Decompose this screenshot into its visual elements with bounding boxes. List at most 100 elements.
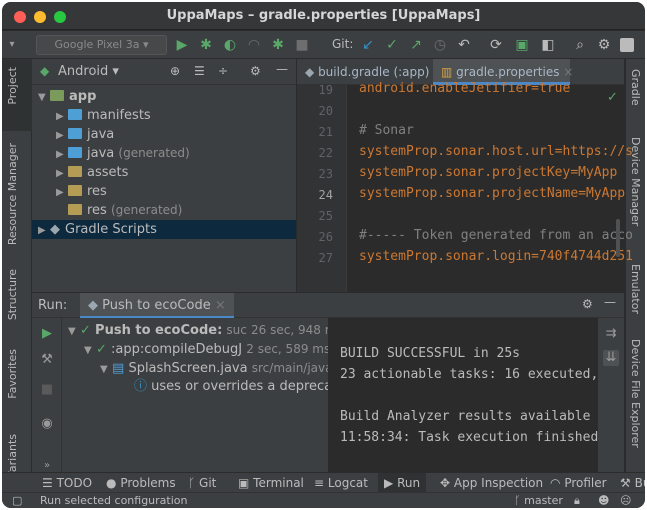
hide-panel-icon[interactable]: — (604, 295, 616, 309)
run-icon[interactable]: ▶ (174, 37, 190, 53)
build-console[interactable]: BUILD SUCCESSFUL in 25s 23 actionable ta… (328, 318, 598, 485)
tree-item-java-generated[interactable]: ▶ java (generated) (56, 144, 190, 163)
build-node-time: 2 sec, 589 ms (246, 342, 328, 356)
device-selector[interactable]: Google Pixel 3a ▾ (36, 35, 167, 55)
history-icon[interactable]: ◷ (432, 37, 448, 53)
build-node-file[interactable]: ▼ ▤ SplashScreen.java src/main/java (100, 358, 328, 378)
tree-item-res-generated[interactable]: res (generated) (68, 201, 182, 220)
collapse-all-icon[interactable]: ÷ (218, 64, 228, 78)
apply-changes-icon[interactable]: ◠ (246, 37, 262, 53)
lock-icon[interactable]: 🔒︎ (574, 493, 580, 508)
code-line[interactable]: systemProp.sonar.projectKey=MyApp (359, 165, 617, 180)
wrench-icon[interactable]: ⚒ (39, 352, 55, 368)
tree-item-manifests[interactable]: ▶ manifests (56, 106, 151, 125)
folder-icon (68, 147, 82, 158)
tab-todo[interactable]: ☰ TODO (42, 473, 92, 493)
line-number: 23 (318, 167, 333, 181)
git-push-icon[interactable]: ↗ (408, 37, 424, 53)
chevron-right-icon: ▶ (56, 168, 64, 179)
gradle-sync-icon[interactable]: ⟳ (488, 37, 504, 53)
success-check-icon: ✓ (96, 342, 107, 357)
tab-favorites[interactable]: Favorites (6, 349, 19, 399)
search-icon[interactable]: ⌕ (572, 37, 588, 53)
code-line[interactable]: systemProp.sonar.projectName=MyApp (359, 186, 625, 201)
tab-project[interactable]: Project (6, 67, 19, 105)
project-panel-header: ◆ Android ▾ ⊕ ☰ ÷ ⚙ — (32, 59, 296, 85)
tab-run-config[interactable]: ◆ Push to ecoCode × (80, 293, 234, 318)
info-icon: ⓘ (134, 379, 148, 394)
attach-debugger-icon[interactable]: ✱ (270, 37, 286, 53)
tree-item-res[interactable]: ▶ res (56, 182, 107, 201)
soft-wrap-icon[interactable]: ⇉ (603, 326, 619, 342)
git-branch-widget[interactable]: ᚴ master (514, 493, 563, 508)
build-node-root[interactable]: ▼ ✓ Push to ecoCode: suc 26 sec, 948 ms (68, 320, 328, 340)
locate-icon[interactable]: ⊕ (170, 64, 180, 78)
chart-file-icon: ▥ (441, 65, 453, 79)
tab-problems[interactable]: ● Problems (106, 473, 176, 493)
expand-all-icon[interactable]: ☰ (194, 64, 205, 78)
tab-logcat[interactable]: ≡ Logcat (314, 473, 368, 493)
inspection-ok-icon[interactable]: ✓ (607, 90, 618, 105)
tab-app-inspection[interactable]: ✥ App Inspection (440, 473, 543, 493)
console-toolbar: ⇉ ⇊ (598, 318, 624, 485)
rollback-icon[interactable]: ↶ (456, 37, 472, 53)
project-view-label: Android (58, 64, 109, 79)
project-view-selector[interactable]: Android ▾ (58, 64, 119, 79)
tree-item-app[interactable]: ▼ app (38, 87, 96, 106)
line-number: 19 (318, 83, 333, 97)
device-manager-icon[interactable]: ▣ (514, 37, 530, 53)
android-icon: ◆ (40, 64, 50, 78)
panel-toggle-icon[interactable]: ▢ (12, 493, 22, 508)
git-commit-icon[interactable]: ✓ (384, 37, 400, 53)
tab-git[interactable]: ᚴ Git (188, 473, 216, 493)
build-node-label: SplashScreen.java (128, 361, 248, 376)
tree-item-assets[interactable]: ▶ assets (56, 163, 128, 182)
debug-icon[interactable]: ✱ (198, 37, 214, 53)
gear-icon[interactable]: ⚙ (250, 64, 261, 78)
bottom-tab-label: Problems (120, 476, 176, 490)
tree-item-java[interactable]: ▶ java (56, 125, 114, 144)
sad-face-icon[interactable]: ☹ (620, 493, 631, 508)
account-icon[interactable] (620, 38, 634, 52)
tab-emulator[interactable]: Emulator (629, 264, 642, 314)
tab-device-file-explorer[interactable]: Device File Explorer (629, 339, 642, 448)
build-node-path: src/main/java (251, 361, 328, 375)
rerun-icon[interactable]: ▶ (39, 326, 55, 342)
terminal-icon: ▣ (238, 476, 250, 490)
tree-item-gradle-scripts[interactable]: ▶ ◆ Gradle Scripts (32, 220, 296, 239)
build-node-warning[interactable]: ⓘ uses or overrides a deprecate (134, 377, 328, 397)
close-icon[interactable]: × (215, 298, 226, 313)
sdk-manager-icon[interactable]: ◧ (540, 37, 556, 53)
line-number: 27 (318, 251, 333, 265)
code-line[interactable]: #----- Token generated from an acco (359, 228, 633, 243)
code-line[interactable]: systemProp.sonar.host.url=https://s (359, 144, 633, 159)
dropdown-arrow-icon[interactable]: ▾ (4, 37, 20, 53)
tab-profiler[interactable]: ◠ Profiler (550, 473, 607, 493)
console-line: BUILD SUCCESSFUL in 25s (340, 346, 521, 361)
editor-scrollbar[interactable] (616, 219, 620, 257)
gear-icon[interactable]: ⚙ (582, 297, 593, 311)
tab-build[interactable]: ⚒ Bu (620, 473, 645, 493)
main-toolbar: ▾ Google Pixel 3a ▾ ▶ ✱ ◐ ◠ ✱ ■ Git: ↙ ✓… (2, 31, 645, 59)
stop-icon[interactable]: ■ (294, 37, 310, 53)
tab-resource-manager[interactable]: Resource Manager (6, 143, 19, 245)
profile-icon[interactable]: ◐ (222, 37, 238, 53)
hide-panel-icon[interactable]: — (276, 62, 288, 76)
eye-icon[interactable]: ◉ (39, 416, 55, 432)
code-line[interactable]: systemProp.sonar.login=740f4744d251 (359, 249, 633, 264)
tab-run[interactable]: ▶ Run (378, 473, 426, 493)
git-update-icon[interactable]: ↙ (360, 37, 376, 53)
close-icon[interactable]: × (563, 65, 573, 79)
code-line[interactable]: android.enableJetifier=true (359, 81, 570, 96)
tab-terminal[interactable]: ▣ Terminal (238, 473, 304, 493)
window-title: UppaMaps – gradle.properties [UppaMaps] (166, 8, 481, 23)
gear-icon[interactable]: ⚙ (596, 37, 612, 53)
scroll-to-end-icon[interactable]: ⇊ (603, 350, 619, 366)
tab-gradle[interactable]: Gradle (629, 69, 642, 106)
build-node-task[interactable]: ▼ ✓ :app:compileDebugJ 2 sec, 589 ms (84, 339, 328, 359)
feedback-icon[interactable]: ☻ (598, 493, 609, 508)
tree-item-suffix: (generated) (110, 203, 183, 217)
stop-icon[interactable]: ■ (39, 382, 55, 398)
tab-structure[interactable]: Structure (6, 269, 19, 320)
code-line[interactable]: # Sonar (359, 123, 414, 138)
